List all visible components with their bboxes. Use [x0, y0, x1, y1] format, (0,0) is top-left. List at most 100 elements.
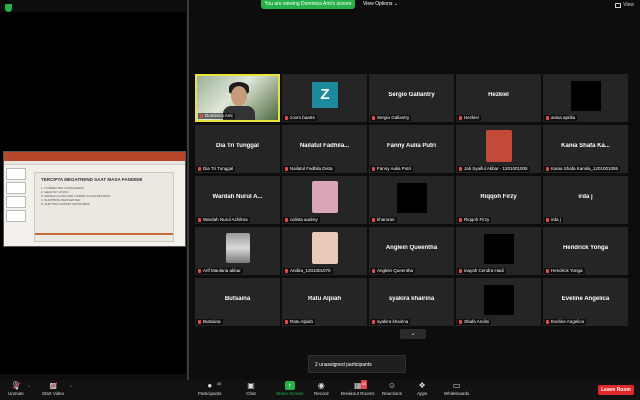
chat-button[interactable]: ▣ Chat: [246, 381, 256, 396]
participant-tile[interactable]: Wardah Nurul A... Wardah Nurul Azhilma: [195, 176, 280, 224]
participant-name-label: Kania Shafa Kamila_1201001055: [544, 166, 621, 172]
participant-tile[interactable]: Riqqoh Firzy Riqqoh Firzy: [456, 176, 541, 224]
participant-avatar: Z: [312, 82, 338, 108]
unassigned-participants-notice[interactable]: 2 unassigned participants: [308, 355, 406, 373]
participants-button[interactable]: ● 45 Participants: [198, 381, 222, 396]
breakout-rooms-badge: 42: [360, 380, 367, 389]
slide-thumbnail: [6, 182, 26, 194]
participant-tile[interactable]: Eveline Angelica Eveline Angelica: [543, 278, 628, 326]
shared-screen-content: TERCIPTA MEGATREND SAAT MASA PANDEMI 1. …: [3, 151, 186, 247]
participant-profile-picture: [484, 234, 514, 264]
participant-tile[interactable]: Anglein Queentha Anglein Queentha: [369, 227, 454, 275]
participant-display-name: Anglein Queentha: [385, 245, 438, 251]
participant-tile[interactable]: Hezkiel Hezkiel: [456, 74, 541, 122]
participant-name-label: Shafa Andini: [457, 319, 492, 325]
whiteboard-icon: ▭: [452, 381, 461, 390]
participant-tile[interactable]: Ratu Alpiah Ratu Alpiah: [282, 278, 367, 326]
participant-profile-picture: [571, 81, 601, 111]
whiteboards-button[interactable]: ▭ Whiteboards: [444, 381, 469, 396]
microphone-muted-icon: [546, 167, 549, 171]
microphone-muted-icon: [372, 269, 375, 273]
view-label: View: [623, 2, 634, 8]
share-screen-button[interactable]: ↑ Share Screen: [276, 381, 304, 396]
participant-name-label: Andira_1201001070: [283, 268, 333, 274]
participant-name: anisa aprilia: [551, 115, 576, 120]
participant-tile[interactable]: Butsaina Butsaina: [195, 278, 280, 326]
participant-tile[interactable]: anisa aprilia: [543, 74, 628, 122]
reactions-button[interactable]: ☺ Reactions: [382, 381, 402, 396]
participant-name-label: Dominica Ami: [198, 113, 235, 119]
breakout-rooms-icon: ▦ 42: [353, 380, 367, 390]
audio-options-caret-icon[interactable]: ^: [28, 384, 30, 389]
microphone-muted-icon: [200, 114, 203, 118]
share-screen-label: Share Screen: [276, 391, 304, 396]
participant-name-label: Jati Syaiful Akbar - 1201001005: [457, 166, 530, 172]
participant-name: Dominica Ami: [205, 113, 233, 118]
participant-tile[interactable]: calista audrey: [282, 176, 367, 224]
participant-name: Eveline Angelica: [551, 319, 585, 324]
participant-tile[interactable]: Fanny Aulia Putri Fanny Aulia Putri: [369, 125, 454, 173]
participant-tile[interactable]: Arif Maulana akbar: [195, 227, 280, 275]
security-shield-icon[interactable]: [5, 4, 12, 12]
breakout-rooms-button[interactable]: ▦ 42 Breakout Rooms: [341, 380, 375, 396]
participant-display-name: Eveline Angelica: [561, 296, 610, 302]
participant-name-label: Eveline Angelica: [544, 319, 587, 325]
participant-tile[interactable]: Kania Shafa Ka... Kania Shafa Kamila_1201…: [543, 125, 628, 173]
view-button[interactable]: View: [615, 2, 634, 8]
microphone-muted-icon: [372, 320, 375, 324]
participant-tile[interactable]: irda j irda j: [543, 176, 628, 224]
participant-name: Anglein Queentha: [377, 268, 414, 273]
participant-tile[interactable]: inayah Cendra Hadi: [456, 227, 541, 275]
participant-tile[interactable]: Jati Syaiful Akbar - 1201001005: [456, 125, 541, 173]
microphone-muted-icon: [372, 116, 375, 120]
apps-icon: ❖: [418, 381, 426, 390]
zoom-meeting-window: You are viewing Dominica Ami's screen Vi…: [0, 0, 640, 400]
whiteboards-label: Whiteboards: [444, 391, 470, 396]
participant-name: zoom baa04: [290, 115, 315, 120]
participant-display-name: Kania Shafa Ka...: [561, 143, 610, 149]
apps-button[interactable]: ❖ Apps: [417, 381, 427, 396]
participant-tile[interactable]: Dia Tri Tunggal Dia Tri Tunggal: [195, 125, 280, 173]
participant-profile-picture: [226, 233, 250, 263]
participant-display-name: Wardah Nurul A...: [212, 194, 263, 200]
microphone-muted-icon: [372, 218, 375, 222]
reactions-icon: ☺: [387, 381, 397, 390]
participant-tile[interactable]: Andira_1201001070: [282, 227, 367, 275]
microphone-muted-icon: [459, 218, 462, 222]
participant-tile[interactable]: Hendrick Yonga Hendrick Yonga: [543, 227, 628, 275]
participant-display-name: Ratu Alpiah: [307, 296, 342, 302]
unmute-button[interactable]: 🎙 Unmute: [8, 381, 24, 396]
participant-display-name: Sergio Gallantry: [388, 92, 435, 98]
microphone-muted-icon: 🎙: [10, 381, 21, 390]
video-options-caret-icon[interactable]: ^: [70, 384, 72, 389]
slide-thumbnail: [6, 196, 26, 208]
participant-name: Shafa Andini: [464, 319, 490, 324]
participant-name: Wardah Nurul Azhilma: [203, 217, 248, 222]
participant-tile[interactable]: Dominica Ami: [195, 74, 280, 122]
participant-tile[interactable]: Shafa Andini: [456, 278, 541, 326]
participant-display-name: Hezkiel: [488, 92, 509, 98]
pane-divider-handle[interactable]: [187, 0, 189, 380]
record-button[interactable]: ◉ Record: [314, 381, 329, 396]
start-video-button[interactable]: ▩ Start Video: [42, 381, 64, 396]
participant-name-label: khamran: [370, 217, 397, 223]
gallery-next-page-button[interactable]: ⌄: [400, 329, 426, 339]
current-slide: TERCIPTA MEGATREND SAAT MASA PANDEMI 1. …: [34, 172, 174, 242]
participant-tile[interactable]: syakira khairina syakira khairina: [369, 278, 454, 326]
powerpoint-ribbon: [4, 161, 185, 165]
view-options-button[interactable]: View Options ⌄: [363, 0, 403, 9]
slide-thumbnail: [6, 168, 26, 180]
participant-display-name: Nailatul Fadhila...: [299, 143, 350, 149]
participant-name: Dia Tri Tunggal: [203, 166, 234, 171]
microphone-muted-icon: [459, 320, 462, 324]
participant-tile[interactable]: khamran: [369, 176, 454, 224]
leave-room-button[interactable]: Leave Room: [598, 385, 634, 395]
participant-name-label: calista audrey: [283, 217, 320, 223]
share-screen-icon: ↑: [284, 381, 295, 390]
participant-name-label: anisa aprilia: [544, 115, 578, 121]
participant-tile[interactable]: Sergio Gallantry Sergio Gallantry: [369, 74, 454, 122]
participant-tile[interactable]: Nailatul Fadhila... Nailatul Fadhila Dist…: [282, 125, 367, 173]
participant-tile[interactable]: Zzoom baa04: [282, 74, 367, 122]
participant-display-name: Riqqoh Firzy: [480, 194, 517, 200]
participant-name-label: zoom baa04: [283, 115, 317, 121]
